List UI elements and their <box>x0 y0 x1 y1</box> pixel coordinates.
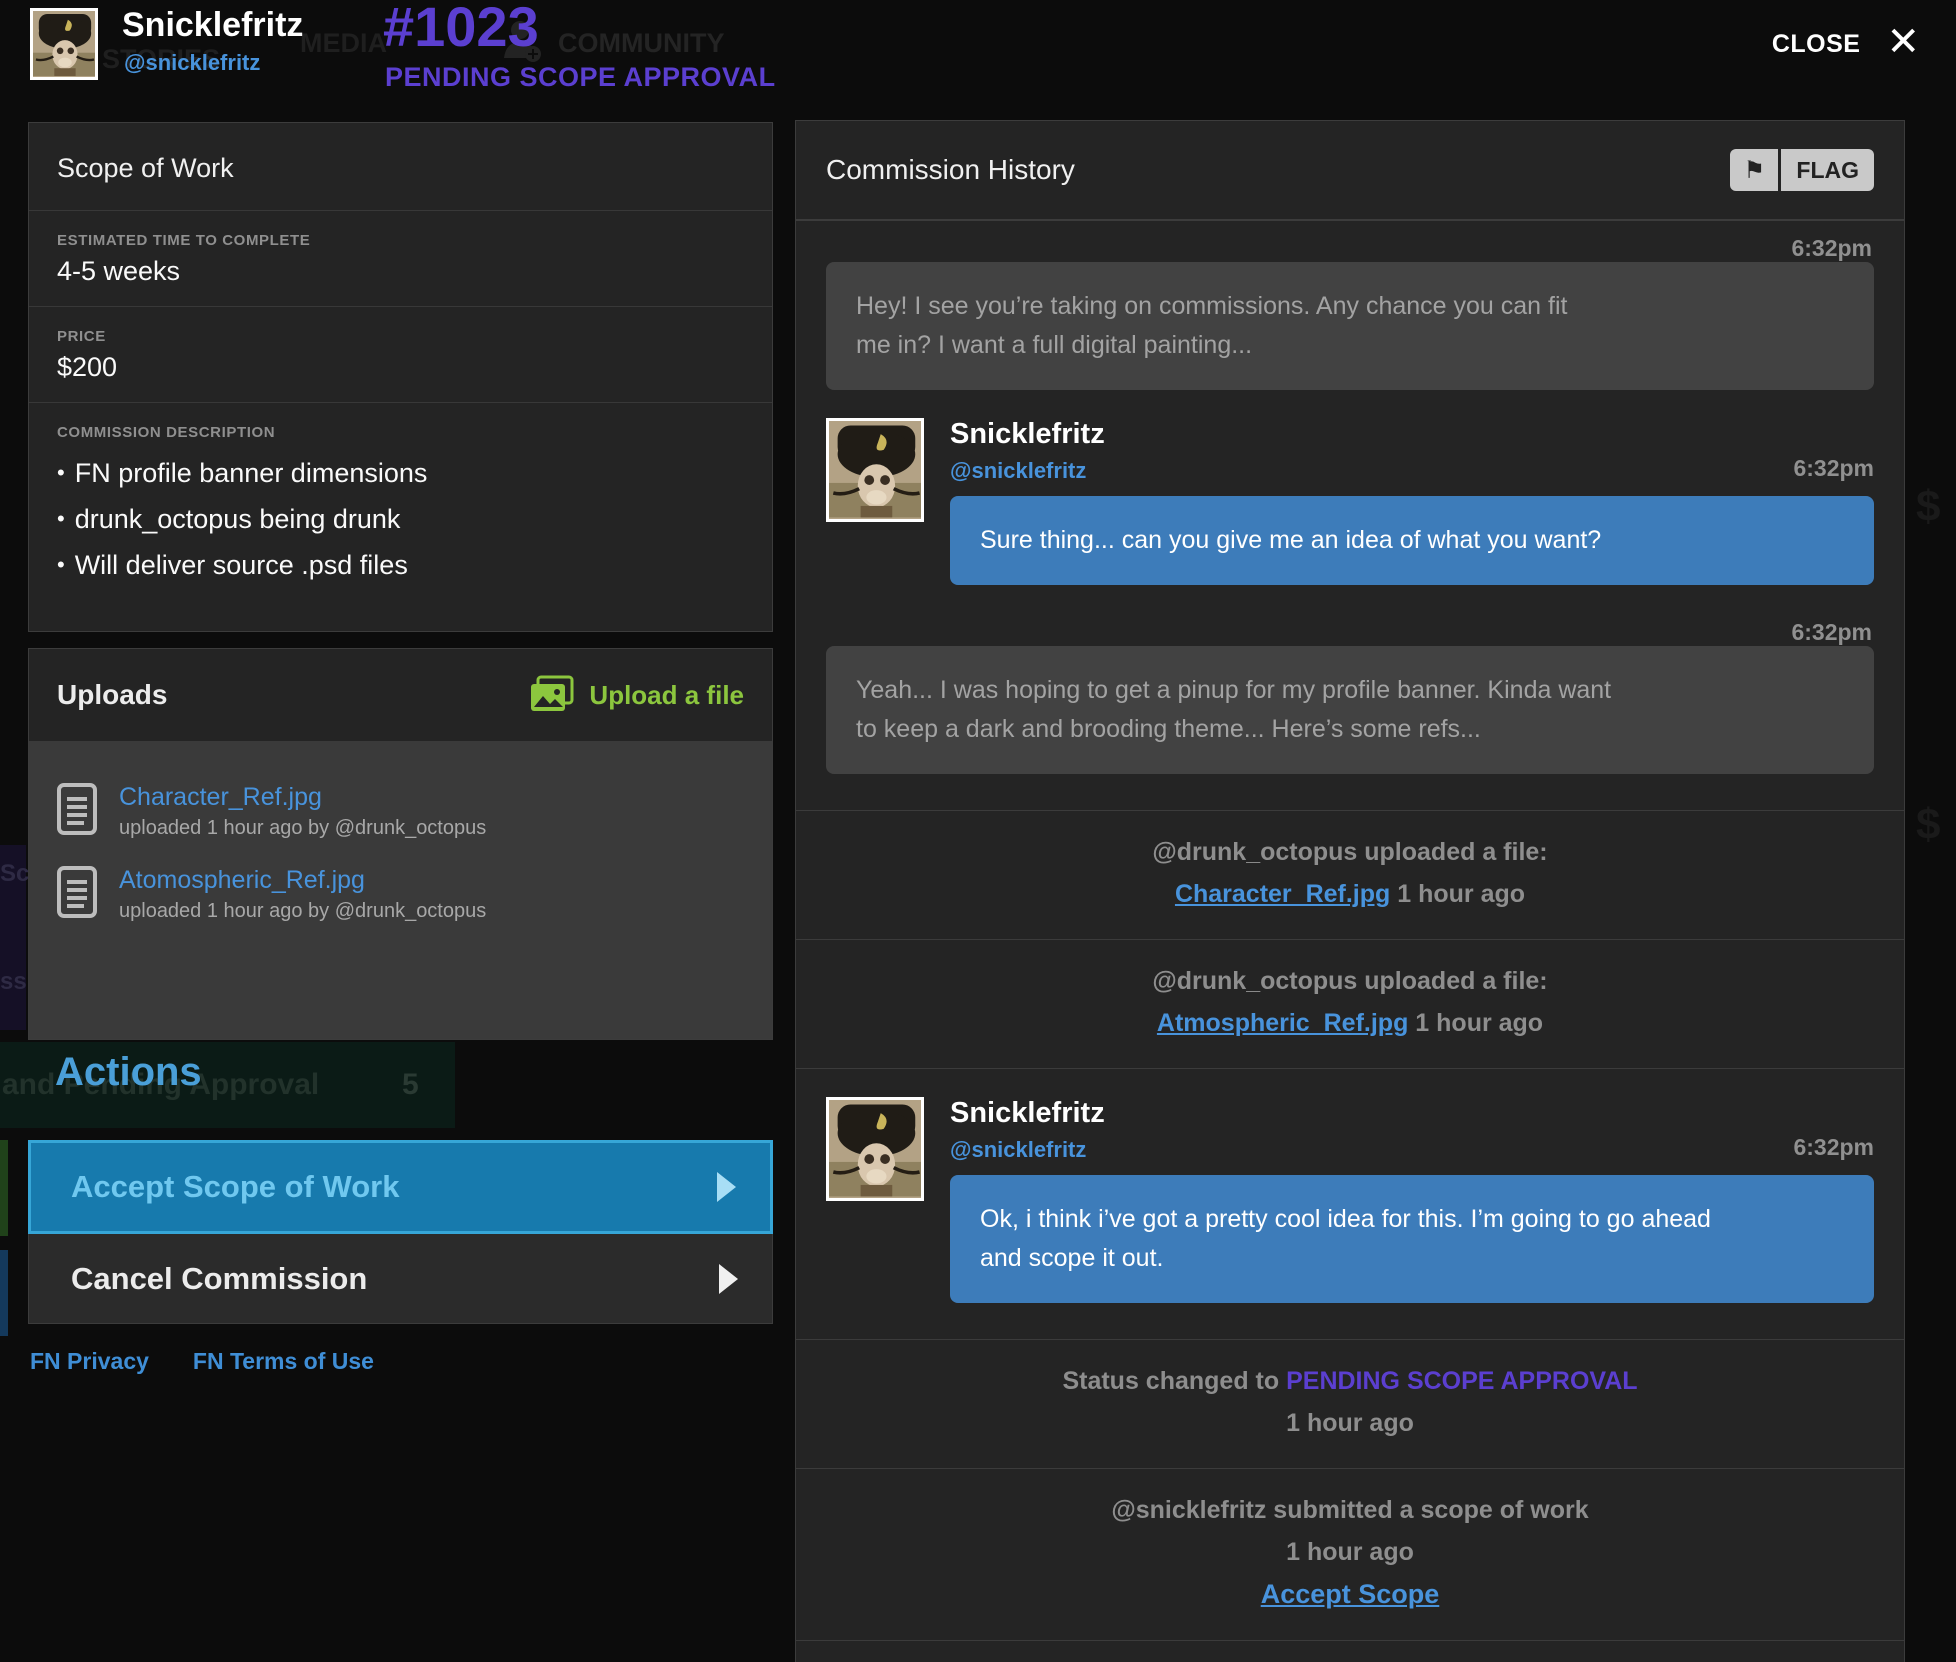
price-value: $200 <box>57 352 744 383</box>
price-label: PRICE <box>57 328 744 345</box>
incoming-message-bubble: Hey! I see you’re taking on commissions.… <box>826 262 1874 390</box>
commission-description: COMMISSION DESCRIPTION •FN profile banne… <box>29 403 772 631</box>
cancel-commission-label: Cancel Commission <box>71 1261 367 1297</box>
uploads-title: Uploads <box>57 679 167 711</box>
status-value: PENDING SCOPE APPROVAL <box>1286 1367 1637 1395</box>
history-title: Commission History <box>826 154 1075 186</box>
close-label: CLOSE <box>1772 30 1861 59</box>
scope-of-work-panel: Scope of Work ESTIMATED TIME TO COMPLETE… <box>28 122 773 632</box>
status-change-event: Status changed to PENDING SCOPE APPROVAL… <box>826 1340 1874 1468</box>
outgoing-message-bubble: Ok, i think i’ve got a pretty cool idea … <box>950 1175 1874 1303</box>
cancel-commission-button[interactable]: Cancel Commission <box>28 1234 773 1324</box>
message-timestamp: 6:32pm <box>1793 455 1874 484</box>
feed-divider <box>796 1068 1904 1069</box>
commission-modal: STORIES MEDIA COMMUNITY Sco ss and Pendi… <box>0 0 1956 1662</box>
flag-label: FLAG <box>1781 149 1874 191</box>
message-timestamp: 6:32pm <box>826 619 1874 646</box>
accept-scope-link[interactable]: Accept Scope <box>1261 1579 1440 1609</box>
upload-image-icon <box>529 675 575 715</box>
commission-id: #1023 <box>383 0 539 59</box>
event-text: @drunk_octopus uploaded a file: <box>826 960 1874 1002</box>
event-time: 1 hour ago <box>1397 880 1525 908</box>
file-link[interactable]: Atmospheric_Ref.jpg <box>1157 1009 1408 1037</box>
outgoing-message-bubble: Sure thing... can you give me an idea of… <box>950 496 1874 585</box>
accept-scope-button[interactable]: Accept Scope of Work <box>28 1140 773 1234</box>
uploaded-file-row: Atomospheric_Ref.jpg uploaded 1 hour ago… <box>57 866 744 923</box>
ghost-dollar: $ <box>1916 800 1940 850</box>
file-link[interactable]: Atomospheric_Ref.jpg <box>119 866 486 895</box>
uploaded-file-row: Character_Ref.jpg uploaded 1 hour ago by… <box>57 783 744 840</box>
eta-field: ESTIMATED TIME TO COMPLETE 4-5 weeks <box>29 211 772 307</box>
message-timestamp: 6:32pm <box>1793 1134 1874 1163</box>
avatar[interactable] <box>826 418 924 522</box>
actions-title: Actions <box>55 1050 202 1095</box>
sender-name: Snicklefritz <box>950 1097 1105 1130</box>
description-bullet: •Will deliver source .psd files <box>57 543 744 589</box>
ghost-dollar: $ <box>1916 482 1940 532</box>
file-link[interactable]: Character_Ref.jpg <box>119 783 486 812</box>
uploads-panel: Uploads Upload a file Character_Ref.jpg … <box>28 648 773 1040</box>
artist-name: Snicklefritz <box>122 6 303 45</box>
commission-history-panel: Commission History ⚑ FLAG 6:32pm Hey! I … <box>795 120 1905 1662</box>
flag-button[interactable]: ⚑ FLAG <box>1730 149 1874 191</box>
uploads-list: Character_Ref.jpg uploaded 1 hour ago by… <box>29 741 772 1039</box>
description-bullet: •FN profile banner dimensions <box>57 451 744 497</box>
scope-submitted-event: @snicklefritz submitted a scope of work … <box>826 1469 1874 1640</box>
fn-privacy-link[interactable]: FN Privacy <box>30 1348 149 1375</box>
flag-icon: ⚑ <box>1730 149 1778 191</box>
eta-value: 4-5 weeks <box>57 256 744 287</box>
event-text: @drunk_octopus uploaded a file: <box>826 831 1874 873</box>
feed-divider <box>796 1640 1904 1641</box>
file-meta: uploaded 1 hour ago by @drunk_octopus <box>119 817 486 840</box>
modal-header-bar: Snicklefritz @snicklefritz #1023 PENDING… <box>0 0 1956 92</box>
file-link[interactable]: Character_Ref.jpg <box>1175 880 1390 908</box>
sender-handle[interactable]: @snicklefritz <box>950 458 1105 484</box>
scope-panel-title: Scope of Work <box>29 123 772 211</box>
document-icon <box>57 866 97 918</box>
upload-file-button[interactable]: Upload a file <box>529 675 744 715</box>
ghost-text-ss: ss <box>0 968 27 996</box>
sender-name: Snicklefritz <box>950 418 1105 451</box>
price-field: PRICE $200 <box>29 307 772 403</box>
history-feed: 6:32pm Hey! I see you’re taking on commi… <box>796 221 1904 1662</box>
file-meta: uploaded 1 hour ago by @drunk_octopus <box>119 900 486 923</box>
chevron-right-icon <box>719 1264 738 1294</box>
event-time: 1 hour ago <box>826 1531 1874 1573</box>
outgoing-message-block: Snicklefritz @snicklefritz 6:32pm Sure t… <box>826 418 1874 585</box>
event-text: @snicklefritz submitted a scope of work <box>826 1489 1874 1531</box>
close-icon: ✕ <box>1886 22 1920 62</box>
description-label: COMMISSION DESCRIPTION <box>57 424 744 441</box>
avatar[interactable] <box>826 1097 924 1201</box>
avatar[interactable] <box>30 8 98 80</box>
fn-terms-link[interactable]: FN Terms of Use <box>193 1348 374 1375</box>
eta-label: ESTIMATED TIME TO COMPLETE <box>57 232 744 249</box>
close-button[interactable]: CLOSE ✕ <box>1772 24 1920 64</box>
commission-status-badge: PENDING SCOPE APPROVAL <box>385 62 776 93</box>
file-upload-event: @drunk_octopus uploaded a file: Atmosphe… <box>826 940 1874 1068</box>
incoming-message-bubble: Yeah... I was hoping to get a pinup for … <box>826 646 1874 774</box>
file-upload-event: @drunk_octopus uploaded a file: Characte… <box>826 811 1874 939</box>
outgoing-message-block: Snicklefritz @snicklefritz 6:32pm Ok, i … <box>826 1097 1874 1303</box>
event-time: 1 hour ago <box>826 1402 1874 1444</box>
upload-file-label: Upload a file <box>589 680 744 711</box>
ghost-column-count: 5 <box>402 1068 419 1102</box>
event-time: 1 hour ago <box>1415 1009 1543 1037</box>
chevron-right-icon <box>717 1172 736 1202</box>
event-text: Status changed to <box>1062 1367 1279 1395</box>
artist-handle[interactable]: @snicklefritz <box>124 50 260 76</box>
accept-scope-label: Accept Scope of Work <box>71 1169 399 1205</box>
document-icon <box>57 783 97 835</box>
sender-handle[interactable]: @snicklefritz <box>950 1137 1105 1163</box>
message-timestamp: 6:32pm <box>826 235 1874 262</box>
description-bullet: •drunk_octopus being drunk <box>57 497 744 543</box>
